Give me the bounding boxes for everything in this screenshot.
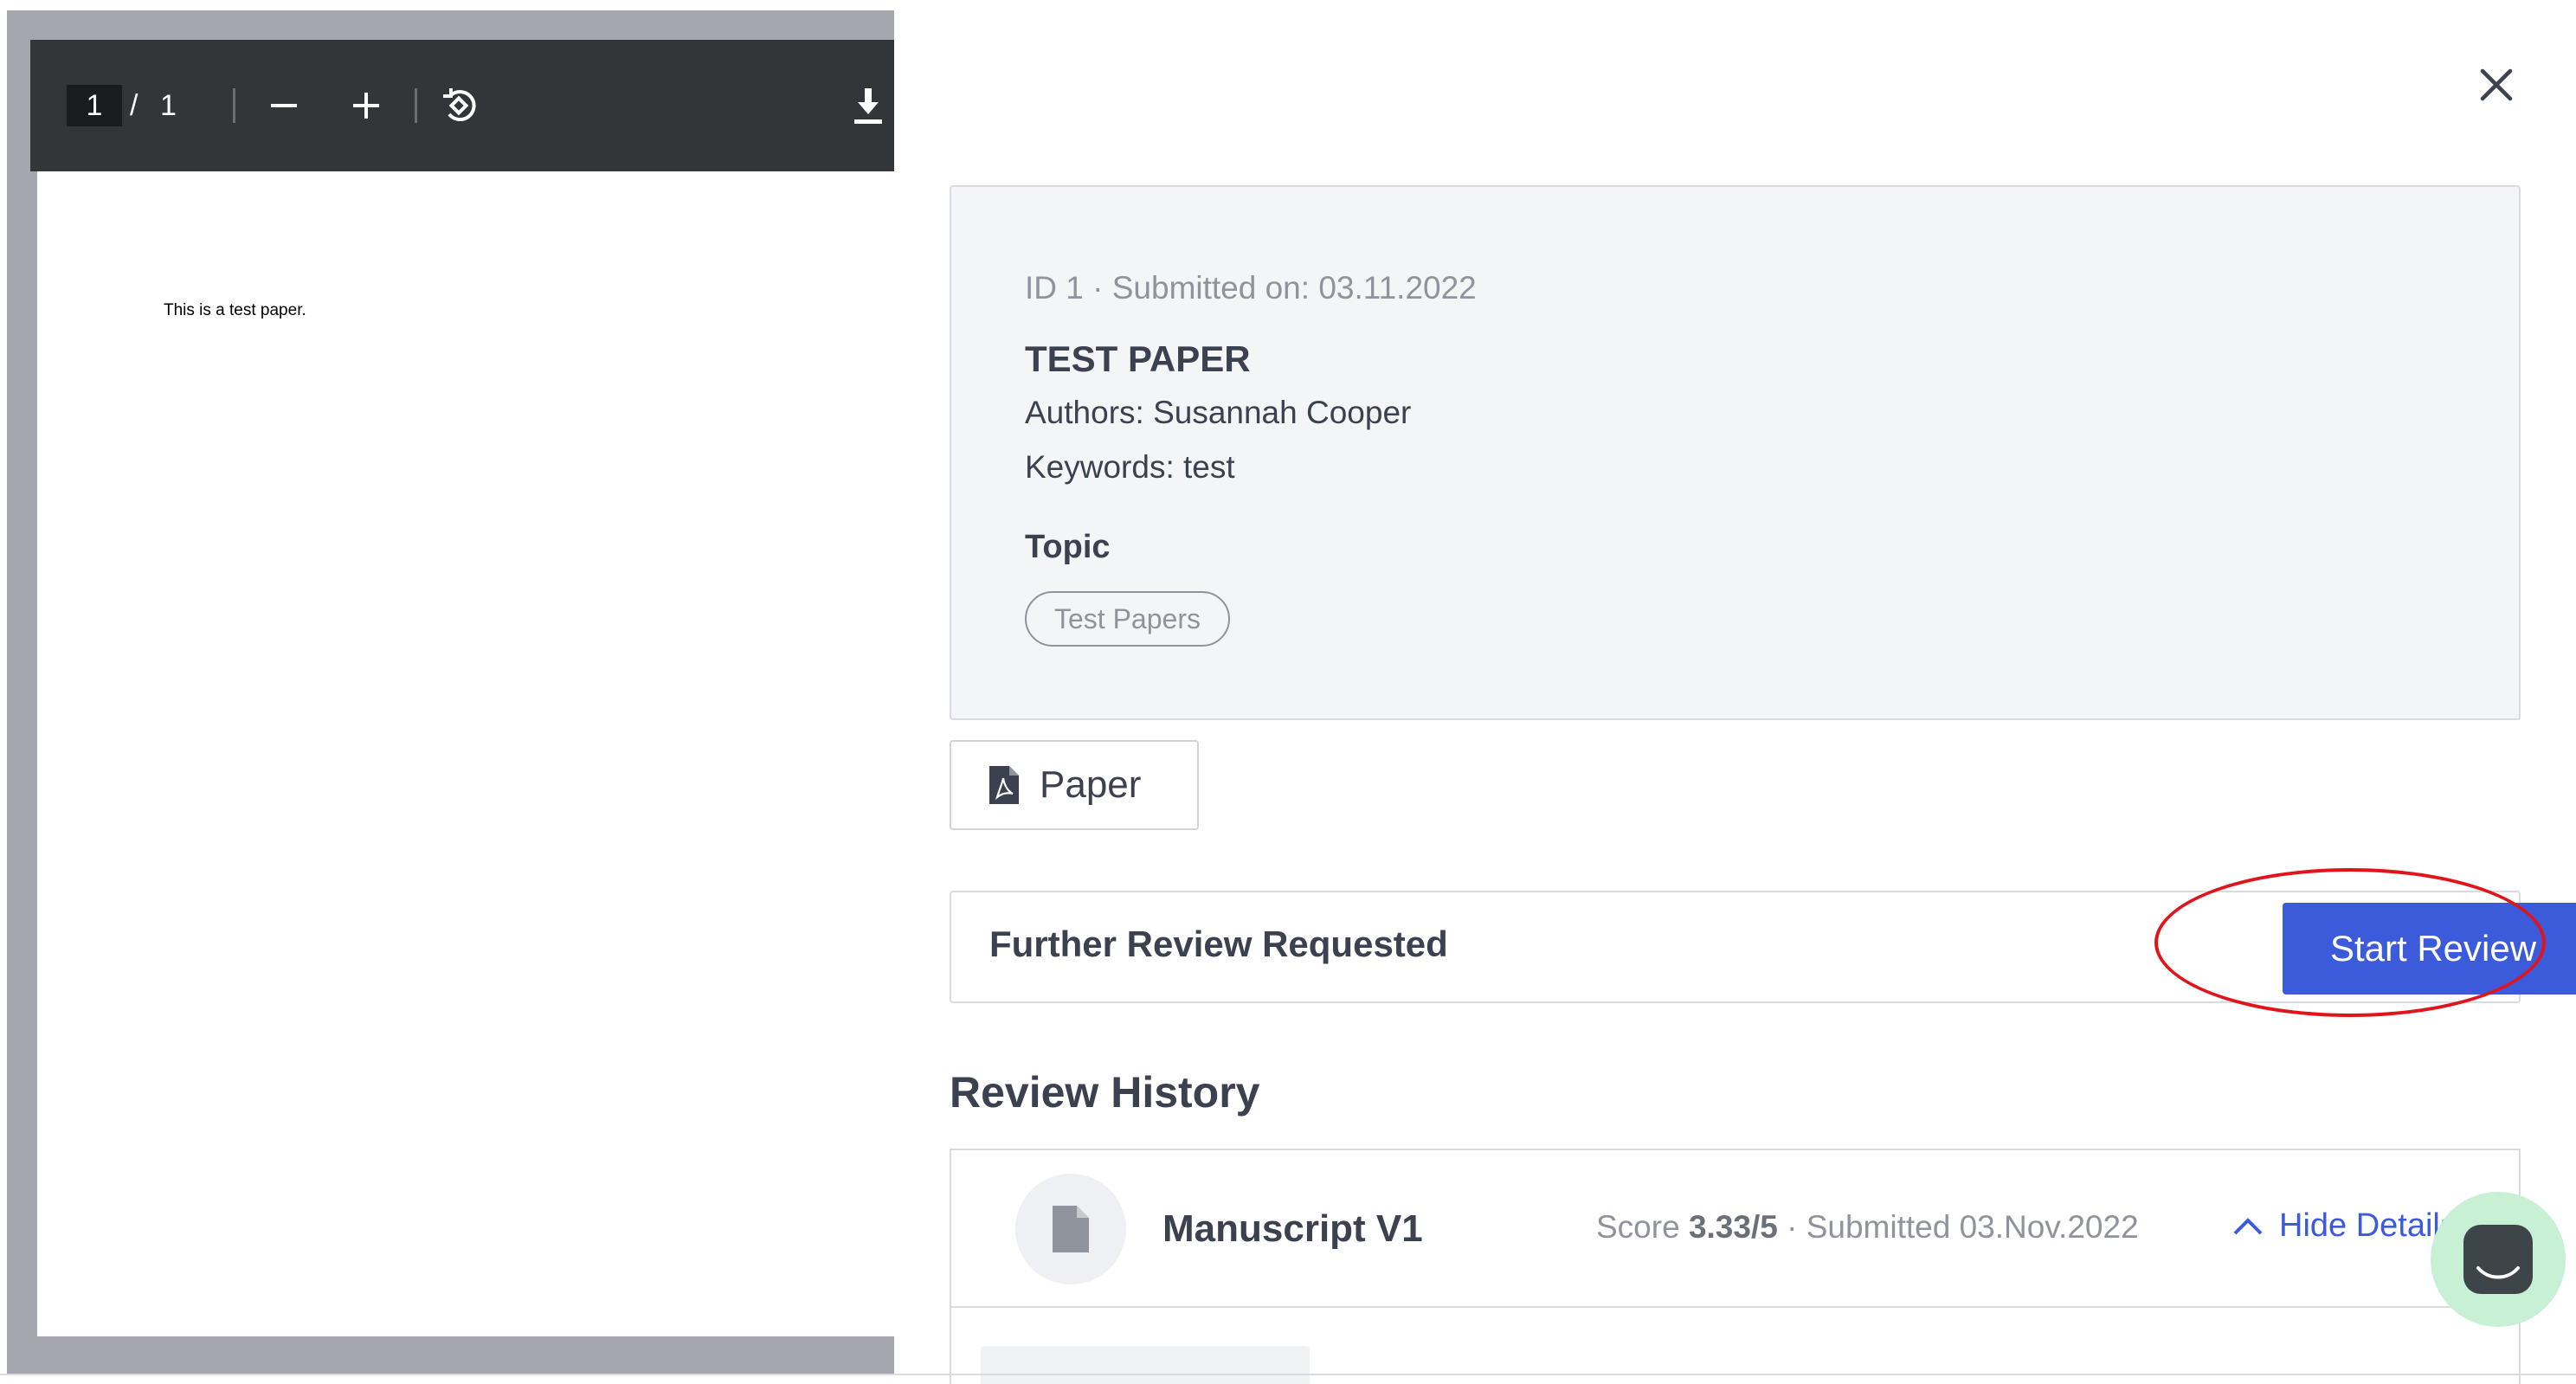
bottom-divider [0,1374,2576,1375]
rotate-icon [443,88,476,122]
hide-details-label: Hide Details [2279,1207,2457,1244]
download-icon [854,88,882,124]
pdf-page: This is a test paper. [37,171,894,1336]
score-value: 3.33/5 [1688,1209,1778,1245]
chat-icon [2463,1225,2533,1294]
page-separator: / [130,89,138,122]
rotate-button[interactable] [435,81,484,130]
page-number-input[interactable]: 1 [67,85,122,126]
zoom-in-button[interactable] [342,81,390,130]
plus-icon [353,93,379,119]
viewer-bottom-bar [37,1336,894,1374]
hide-details-toggle[interactable]: Hide Details [2232,1207,2457,1245]
paper-meta: ID 1 · Submitted on: 03.11.2022 [1025,270,1477,306]
download-button[interactable] [844,81,892,130]
pdf-toolbar: 1 / 1 [30,40,894,171]
review-status-text: Further Review Requested [989,924,1448,964]
start-review-button[interactable]: Start Review [2283,903,2576,995]
chevron-up-icon [2233,1217,2263,1234]
topic-label: Topic [1025,529,1111,565]
close-icon [2480,68,2513,101]
submitted-date: · Submitted 03.Nov.2022 [1777,1209,2139,1245]
document-icon [1053,1206,1089,1252]
paper-file-button[interactable]: Paper [950,740,1199,830]
manuscript-meta: Score 3.33/5 · Submitted 03.Nov.2022 [1596,1209,2139,1246]
history-item: Manuscript V1 Score 3.33/5 · Submitted 0… [951,1150,2519,1308]
paper-button-label: Paper [1040,763,1142,806]
topic-tag: Test Papers [1025,591,1230,647]
close-button[interactable] [2472,61,2521,109]
paper-authors: Authors: Susannah Cooper [1025,395,1412,430]
chat-launcher-button[interactable] [2431,1192,2566,1327]
toolbar-divider [233,88,235,123]
zoom-out-button[interactable] [260,81,308,130]
paper-title: TEST PAPER [1025,338,1251,379]
review-status-box: Further Review Requested Start Review [950,891,2576,1003]
pdf-file-icon [989,766,1019,804]
review-history-card: Manuscript V1 Score 3.33/5 · Submitted 0… [950,1149,2521,1384]
page-total: 1 [160,89,177,122]
minus-icon [271,104,297,107]
score-prefix: Score [1596,1209,1680,1245]
document-avatar [1015,1174,1126,1284]
loading-placeholder [981,1346,1310,1384]
paper-info-card: ID 1 · Submitted on: 03.11.2022 TEST PAP… [950,185,2521,720]
pdf-page-text: This is a test paper. [164,301,306,319]
review-history-heading: Review History [950,1068,1260,1117]
toolbar-divider [415,88,417,123]
paper-keywords: Keywords: test [1025,449,1235,485]
manuscript-title: Manuscript V1 [1162,1207,1423,1250]
